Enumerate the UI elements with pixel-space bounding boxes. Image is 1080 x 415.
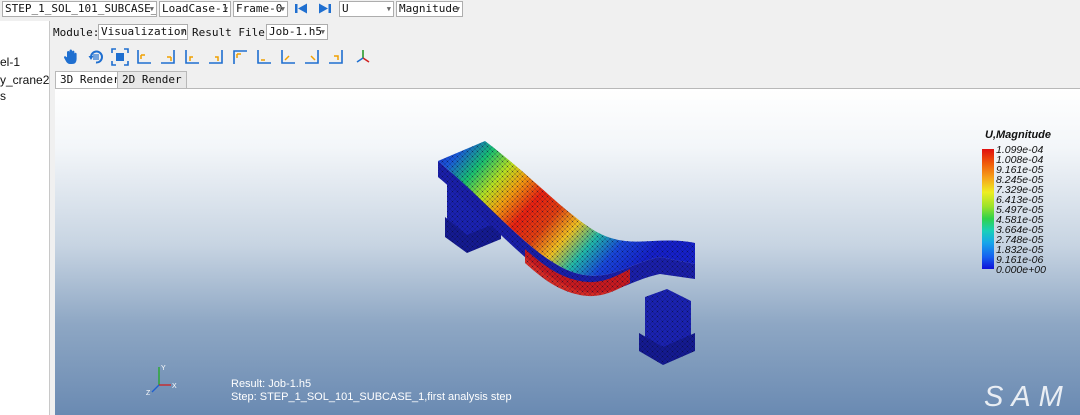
tree-item-part[interactable]: y_crane2	[0, 73, 49, 87]
chevron-down-icon: ▼	[180, 28, 185, 36]
view-right-icon[interactable]	[207, 48, 225, 66]
loadcase-select[interactable]: LoadCase-1 ▼	[159, 1, 231, 17]
module-select[interactable]: Visualization ▼	[98, 24, 188, 40]
view-iso-2-icon[interactable]	[303, 48, 321, 66]
next-frame-icon	[319, 3, 328, 14]
triad-z-label: Z	[146, 390, 151, 397]
fit-view-icon[interactable]	[111, 48, 129, 66]
frame-select-value: Frame-0	[236, 2, 283, 15]
view-bottom-icon[interactable]	[255, 48, 273, 66]
view-iso-3-icon[interactable]	[327, 48, 345, 66]
view-front-icon[interactable]	[135, 48, 153, 66]
sam-watermark: SAM	[984, 381, 1071, 413]
loadcase-select-value: LoadCase-1	[162, 2, 229, 15]
legend-title: U,Magnitude	[985, 129, 1051, 141]
top-toolbar: STEP_1_SOL_101_SUBCASE_1 ▼ LoadCase-1 ▼ …	[0, 0, 1080, 19]
result-file-label: Result File:	[192, 26, 272, 39]
frame-select[interactable]: Frame-0 ▼	[233, 1, 288, 17]
step-info: Step: STEP_1_SOL_101_SUBCASE_1,first ana…	[231, 391, 512, 403]
result-file-select-value: Job-1.h5	[269, 25, 322, 38]
result-file-select[interactable]: Job-1.h5 ▼	[266, 24, 328, 40]
tab-3d-render[interactable]: 3D Render	[55, 71, 125, 88]
legend-colorbar	[982, 149, 994, 269]
previous-frame-icon	[295, 4, 298, 13]
view-iso-1-icon[interactable]	[279, 48, 297, 66]
previous-frame-button[interactable]	[294, 2, 308, 15]
chevron-down-icon: ▼	[223, 5, 228, 13]
chevron-down-icon: ▼	[455, 5, 460, 13]
field-select-value: U	[342, 2, 349, 15]
axis-triad-icon[interactable]	[354, 48, 372, 66]
step-select-value: STEP_1_SOL_101_SUBCASE_1	[5, 2, 157, 15]
chevron-down-icon: ▼	[386, 5, 391, 13]
view-left-icon[interactable]	[183, 48, 201, 66]
step-select[interactable]: STEP_1_SOL_101_SUBCASE_1 ▼	[2, 1, 157, 17]
triad-y-label: Y	[161, 365, 166, 372]
tab-2d-render[interactable]: 2D Render	[117, 71, 187, 88]
field-select[interactable]: U ▼	[339, 1, 394, 17]
view-toolbar	[60, 48, 380, 68]
result-info: Result: Job-1.h5	[231, 378, 312, 390]
render-viewport[interactable]: U,Magnitude 1.099e-04 1.008e-04 9.161e-0…	[55, 88, 1080, 415]
chevron-down-icon: ▼	[320, 28, 325, 36]
component-select-value: Magnitude	[399, 2, 459, 15]
triad-x-label: X	[172, 383, 177, 390]
module-label: Module:	[53, 26, 100, 39]
view-back-icon[interactable]	[159, 48, 177, 66]
module-select-value: Visualization	[101, 25, 188, 38]
tree-item-model[interactable]: el-1	[0, 55, 20, 69]
pan-icon[interactable]	[62, 48, 80, 66]
tree-item-results[interactable]: s	[0, 89, 6, 103]
legend-value: 0.000e+00	[996, 264, 1046, 276]
chevron-down-icon: ▼	[149, 5, 154, 13]
rotate-icon[interactable]	[87, 48, 105, 66]
chevron-down-icon: ▼	[280, 5, 285, 13]
model-tree: el-1 y_crane2 s	[0, 21, 50, 415]
axis-triad: Y X Z	[146, 365, 177, 397]
next-frame-button[interactable]	[318, 2, 332, 15]
fe-model[interactable]	[55, 89, 1080, 415]
view-top-icon[interactable]	[231, 48, 249, 66]
component-select[interactable]: Magnitude ▼	[396, 1, 463, 17]
